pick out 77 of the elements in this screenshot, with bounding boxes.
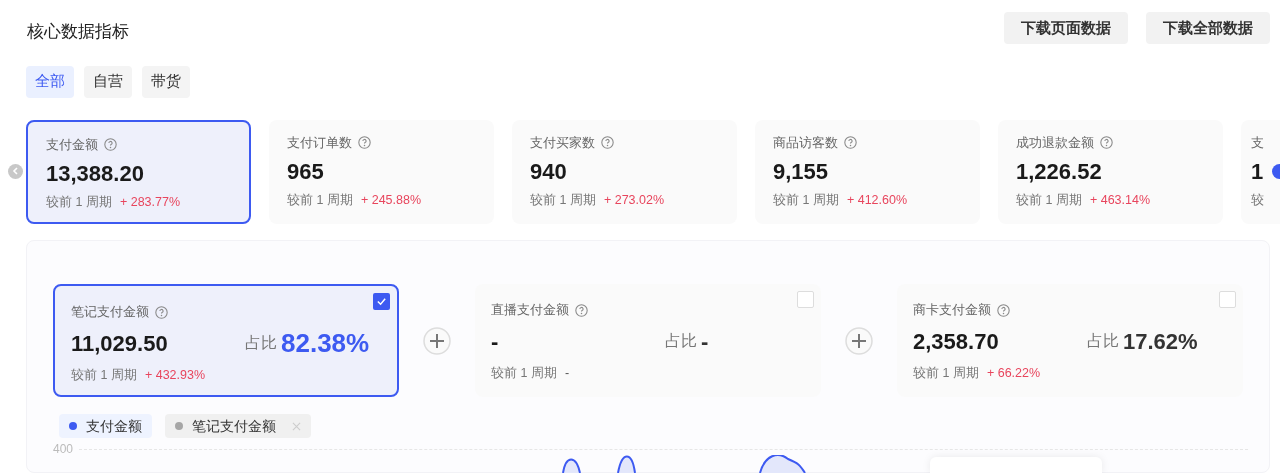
metric-value: 1,226.52	[1016, 158, 1102, 186]
compare-label: 较	[1251, 191, 1264, 209]
breakdown-label: 商卡支付金额	[913, 301, 991, 319]
metric-card[interactable]: 商品访客数 9,155 较前 1 周期 + 412.60%	[755, 119, 980, 224]
share-value: -	[701, 327, 709, 356]
plus-icon	[423, 326, 451, 355]
share-label: 占比	[665, 331, 697, 351]
change-value: -	[564, 365, 570, 382]
change-value: + 463.14%	[1089, 191, 1151, 209]
compare-label: 较前 1 周期	[287, 191, 353, 209]
breakdown-value: 2,358.70	[913, 327, 1000, 356]
checkbox[interactable]	[373, 293, 390, 310]
legend-chip[interactable]: 支付金额	[59, 414, 152, 438]
metric-value: 965	[287, 158, 324, 186]
plus-icon	[845, 326, 873, 355]
metric-value: 9,155	[773, 158, 829, 186]
share-value: 17.62%	[1123, 327, 1198, 356]
compare-label: 较前 1 周期	[913, 365, 979, 382]
download-button[interactable]: 下载页面数据	[1004, 12, 1128, 44]
scroll-left-button[interactable]	[8, 163, 23, 179]
metric-label: 支	[1251, 133, 1264, 152]
share-label: 占比	[1087, 331, 1119, 351]
breakdown-label: 笔记支付金额	[71, 303, 149, 321]
compare-label: 较前 1 周期	[71, 367, 137, 384]
compare-label: 较前 1 周期	[1016, 191, 1082, 209]
help-icon[interactable]	[575, 303, 588, 317]
compare-label: 较前 1 周期	[530, 191, 596, 209]
breakdown-card[interactable]: 商卡支付金额 2,358.70 占比 17.62% 较前 1 周期 + 66.22%	[897, 284, 1243, 397]
change-value: + 432.93%	[144, 367, 206, 384]
change-value: + 245.88%	[360, 191, 422, 209]
compare-label: 较前 1 周期	[773, 191, 839, 209]
metric-label: 成功退款金额	[1016, 133, 1094, 152]
section-title: 核心数据指标	[27, 21, 129, 43]
share-label: 占比	[245, 333, 277, 353]
legend-label: 支付金额	[86, 416, 142, 436]
checkbox[interactable]	[797, 291, 814, 308]
download-button[interactable]: 下载全部数据	[1146, 12, 1270, 44]
breakdown-value: -	[491, 327, 500, 356]
metric-card[interactable]: 支付买家数 940 较前 1 周期 + 273.02%	[512, 119, 737, 224]
metric-value: 940	[530, 158, 567, 186]
help-icon[interactable]	[155, 305, 168, 319]
filter-tab[interactable]: 全部	[26, 65, 74, 98]
change-value: + 412.60%	[846, 191, 908, 209]
help-icon[interactable]	[104, 138, 117, 151]
breakdown-card[interactable]: 直播支付金额 - 占比 - 较前 1 周期 -	[475, 284, 821, 397]
breakdown-label: 直播支付金额	[491, 301, 569, 319]
checkmark-icon	[376, 296, 387, 307]
axis-tick-label: 400	[53, 441, 74, 458]
help-icon[interactable]	[601, 136, 614, 149]
change-value: + 66.22%	[986, 365, 1041, 382]
legend-chip[interactable]: 笔记支付金额	[165, 414, 311, 438]
chevron-left-icon	[11, 167, 20, 175]
help-icon[interactable]	[997, 303, 1010, 317]
help-icon[interactable]	[844, 136, 857, 149]
metric-card[interactable]: 支付订单数 965 较前 1 周期 + 245.88%	[269, 119, 494, 224]
metric-card[interactable]: 成功退款金额 1,226.52 较前 1 周期 + 463.14%	[998, 119, 1223, 224]
compare-label: 较前 1 周期	[46, 193, 112, 211]
legend-label: 笔记支付金额	[192, 416, 276, 436]
checkbox[interactable]	[1219, 291, 1236, 308]
scroll-right-button[interactable]	[1272, 163, 1280, 179]
metric-card[interactable]: 支 1 较	[1241, 119, 1280, 224]
help-icon[interactable]	[1100, 136, 1113, 149]
breakdown-value: 11,029.50	[71, 329, 169, 358]
share-value: 82.38%	[281, 326, 370, 360]
metric-value: 1	[1251, 158, 1264, 186]
metric-card[interactable]: 支付金额 13,388.20 较前 1 周期 + 283.77%	[26, 119, 251, 224]
metric-label: 商品访客数	[773, 133, 838, 152]
change-value: + 283.77%	[119, 193, 181, 211]
compare-label: 较前 1 周期	[491, 365, 557, 382]
metric-label: 支付买家数	[530, 133, 595, 152]
help-icon[interactable]	[358, 136, 371, 149]
metric-label: 支付订单数	[287, 133, 352, 152]
filter-tab[interactable]: 带货	[142, 65, 190, 98]
metric-label: 支付金额	[46, 135, 98, 154]
metric-value: 13,388.20	[46, 160, 144, 188]
filter-tab[interactable]: 自营	[84, 65, 132, 98]
change-value: + 273.02%	[603, 191, 665, 209]
